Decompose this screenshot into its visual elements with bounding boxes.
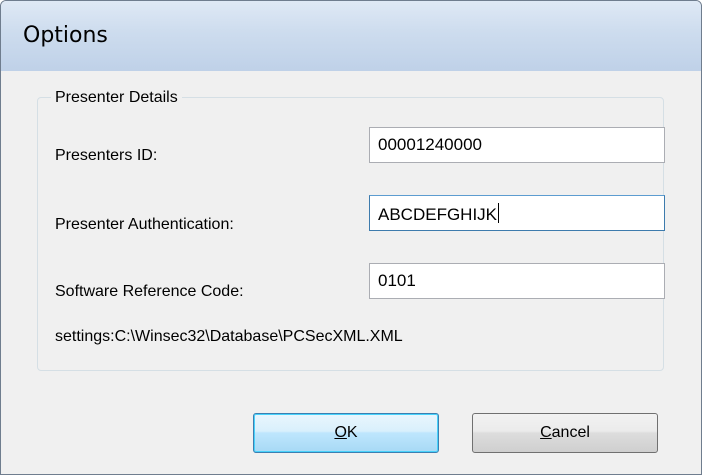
options-dialog: Options Presenter Details Presenters ID:… bbox=[0, 0, 702, 475]
software-reference-code-value: 0101 bbox=[378, 271, 416, 290]
group-legend: Presenter Details bbox=[51, 89, 182, 107]
presenter-authentication-value: ABCDEFGHIJK bbox=[378, 205, 498, 224]
presenter-authentication-input[interactable]: ABCDEFGHIJK bbox=[369, 195, 665, 231]
presenters-id-value: 00001240000 bbox=[378, 135, 483, 154]
settings-path-text: settings:C:\Winsec32\Database\PCSecXML.X… bbox=[55, 328, 403, 345]
text-caret bbox=[498, 203, 500, 223]
ok-button-mnemonic: O bbox=[334, 424, 347, 441]
presenters-id-label: Presenters ID: bbox=[55, 147, 158, 164]
presenter-authentication-label: Presenter Authentication: bbox=[55, 216, 234, 233]
software-reference-code-label: Software Reference Code: bbox=[55, 283, 244, 300]
window-title: Options bbox=[23, 23, 108, 48]
presenters-id-input[interactable]: 00001240000 bbox=[369, 127, 665, 163]
ok-button-label-rest: K bbox=[346, 424, 358, 441]
ok-button[interactable]: OK bbox=[253, 413, 439, 453]
cancel-button[interactable]: Cancel bbox=[472, 413, 658, 453]
cancel-button-mnemonic: C bbox=[540, 424, 552, 441]
title-bar[interactable]: Options bbox=[1, 1, 701, 71]
dialog-client-area: Presenter Details Presenters ID: 0000124… bbox=[15, 71, 689, 471]
software-reference-code-input[interactable]: 0101 bbox=[369, 263, 665, 299]
cancel-button-label-rest: ancel bbox=[551, 424, 590, 441]
